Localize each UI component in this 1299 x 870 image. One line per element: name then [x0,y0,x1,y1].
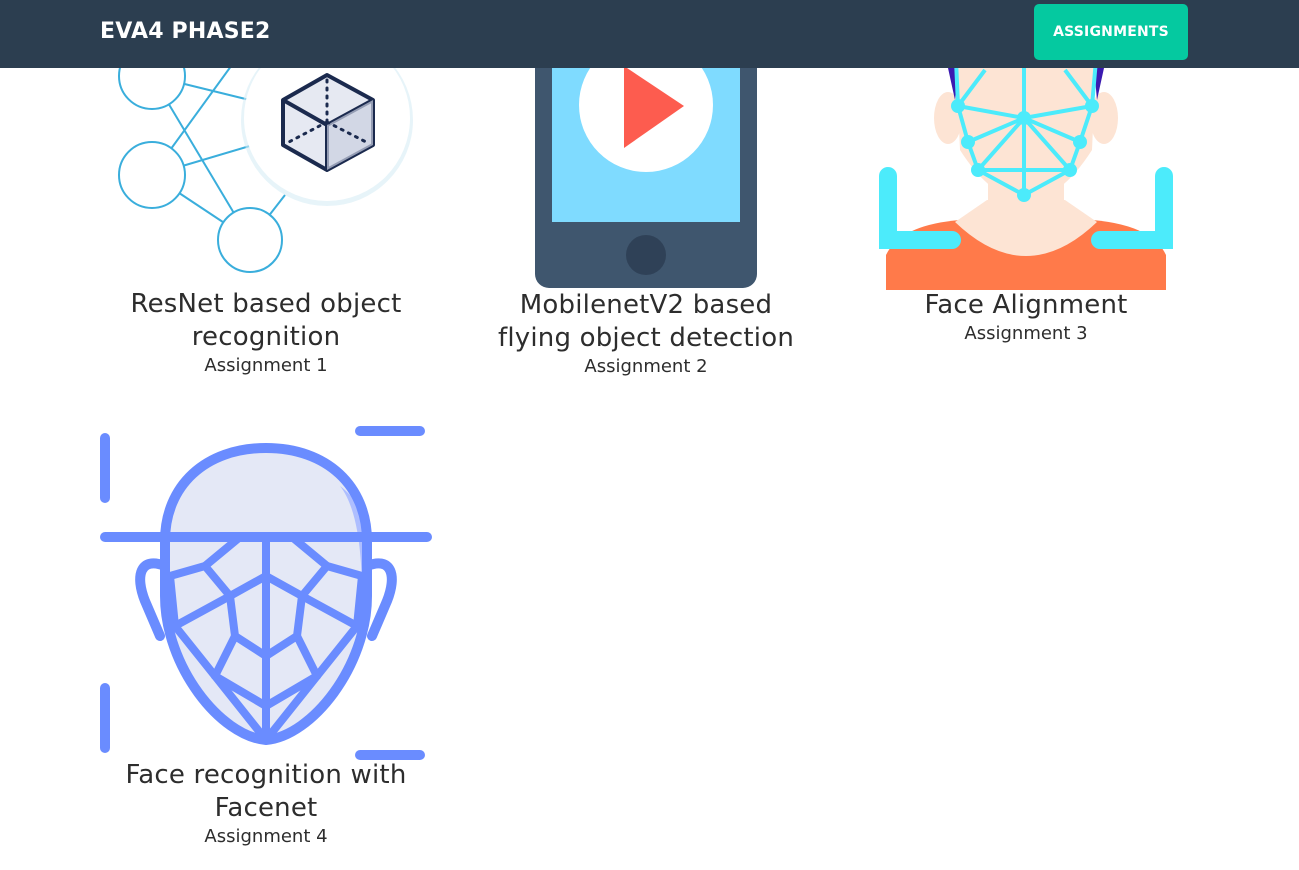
card-subtitle: Assignment 4 [204,826,328,847]
card-title: ResNet based object recognition [130,289,402,352]
assignments-button[interactable]: ASSIGNMENTS [1034,4,1188,60]
page: EVA4 PHASE2 ASSIGNMENTS ResNet based obj… [0,0,1299,870]
brand-link[interactable]: EVA4 PHASE2 [100,0,271,64]
card-subtitle: Assignment 2 [584,356,708,377]
assignment-card-4[interactable]: Face recognition with Facenet Assignment… [100,420,432,860]
card-title: Face recognition with Facenet [125,760,407,823]
navbar: EVA4 PHASE2 ASSIGNMENTS [0,0,1299,68]
face-scan-icon[interactable] [100,426,432,760]
card-subtitle: Assignment 1 [204,355,328,376]
card-title: Face Alignment [924,290,1128,320]
card-subtitle: Assignment 3 [964,323,1088,344]
card-title: MobilenetV2 based flying object detectio… [497,290,794,353]
